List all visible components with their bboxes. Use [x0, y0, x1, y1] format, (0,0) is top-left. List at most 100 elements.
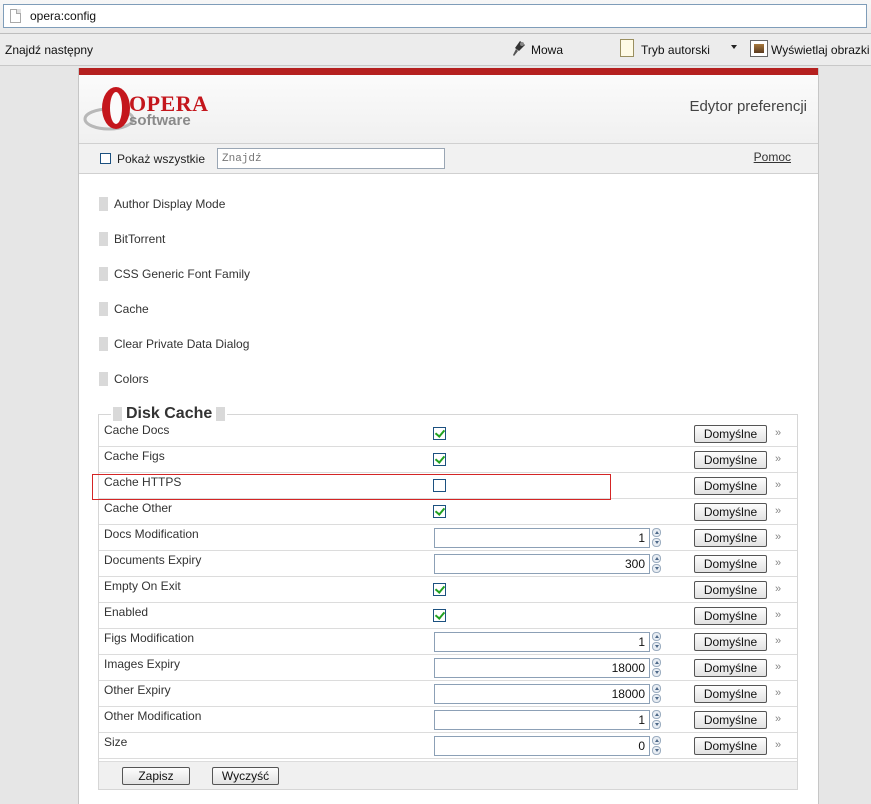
spin-up-icon[interactable]: [652, 710, 661, 719]
page-header: OPERA software Edytor preferencji: [79, 75, 818, 144]
spin-up-icon[interactable]: [652, 632, 661, 641]
expand-arrow-icon[interactable]: »: [775, 661, 781, 673]
pref-row: Cache Figs Domyślne »: [99, 447, 797, 473]
spinner: [652, 684, 661, 704]
spin-down-icon[interactable]: [652, 564, 661, 573]
pref-name: Cache Other: [104, 501, 173, 515]
expand-arrow-icon[interactable]: »: [775, 453, 781, 465]
spinner: [652, 632, 661, 652]
help-link[interactable]: Pomoc: [754, 150, 791, 164]
expand-arrow-icon[interactable]: »: [775, 609, 781, 621]
chevron-down-icon[interactable]: [731, 45, 737, 49]
pref-row: Enabled Domyślne »: [99, 603, 797, 629]
pref-row: Empty On Exit Domyślne »: [99, 577, 797, 603]
default-button[interactable]: Domyślne: [694, 477, 767, 495]
pref-checkbox[interactable]: [433, 505, 446, 518]
show-all-checkbox[interactable]: [100, 153, 111, 164]
find-input[interactable]: [217, 148, 445, 169]
show-all-label: Pokaż wszystkie: [117, 152, 206, 166]
pref-checkbox[interactable]: [433, 609, 446, 622]
pref-number-input[interactable]: 0: [434, 736, 650, 756]
pref-checkbox[interactable]: [433, 479, 446, 492]
spin-up-icon[interactable]: [652, 528, 661, 537]
spin-down-icon[interactable]: [652, 694, 661, 703]
pref-checkbox[interactable]: [433, 427, 446, 440]
checkmark-icon: [434, 453, 446, 464]
spin-down-icon[interactable]: [652, 746, 661, 755]
default-button[interactable]: Domyślne: [694, 581, 767, 599]
expand-arrow-icon[interactable]: »: [775, 583, 781, 595]
opera-logo: OPERA software: [83, 85, 213, 135]
expand-arrow-icon[interactable]: »: [775, 687, 781, 699]
find-next-button[interactable]: Znajdź następny: [5, 43, 93, 57]
speech-button[interactable]: Mowa: [531, 43, 563, 57]
default-button[interactable]: Domyślne: [694, 711, 767, 729]
brand-bar: [79, 68, 818, 75]
default-button[interactable]: Domyślne: [694, 451, 767, 469]
expand-arrow-icon[interactable]: »: [775, 739, 781, 751]
pref-name: Figs Modification: [104, 631, 195, 645]
disk-cache-section: Disk Cache Cache Docs Domyślne» Cache Figs…: [98, 405, 798, 790]
pref-checkbox[interactable]: [433, 583, 446, 596]
spin-up-icon[interactable]: [652, 684, 661, 693]
spin-up-icon[interactable]: [652, 554, 661, 563]
show-images-button[interactable]: Wyświetlaj obrazki: [771, 43, 870, 57]
spin-down-icon[interactable]: [652, 668, 661, 677]
default-button[interactable]: Domyślne: [694, 425, 767, 443]
default-button[interactable]: Domyślne: [694, 555, 767, 573]
pref-number-input[interactable]: 18000: [434, 684, 650, 704]
expand-arrow-icon[interactable]: »: [775, 427, 781, 439]
pref-number-input[interactable]: 300: [434, 554, 650, 574]
spin-down-icon[interactable]: [652, 720, 661, 729]
pref-number-input[interactable]: 1: [434, 528, 650, 548]
pref-name: Size: [104, 735, 128, 749]
expand-arrow-icon[interactable]: »: [775, 505, 781, 517]
section-marker: [99, 232, 108, 246]
default-button[interactable]: Domyślne: [694, 659, 767, 677]
pref-checkbox[interactable]: [433, 453, 446, 466]
section-marker: [99, 372, 108, 386]
author-mode-icon: [620, 39, 634, 57]
spin-down-icon[interactable]: [652, 642, 661, 651]
section-marker: [216, 407, 226, 421]
pref-name: Enabled: [104, 605, 149, 619]
save-button[interactable]: Zapisz: [122, 767, 190, 785]
spin-down-icon[interactable]: [652, 538, 661, 547]
default-button[interactable]: Domyślne: [694, 529, 767, 547]
address-bar: opera:config: [0, 0, 871, 34]
default-button[interactable]: Domyślne: [694, 503, 767, 521]
pref-number-input[interactable]: 1: [434, 710, 650, 730]
pref-row: Cache HTTPS Domyślne »: [99, 473, 797, 499]
url-text: opera:config: [30, 9, 97, 23]
default-button[interactable]: Domyślne: [694, 737, 767, 755]
section-marker: [113, 407, 122, 421]
pref-row: Docs Modification 1 Domyślne »: [99, 525, 797, 551]
default-button[interactable]: Domyślne: [694, 607, 767, 625]
author-mode-button[interactable]: Tryb autorski: [641, 43, 710, 57]
expand-arrow-icon[interactable]: »: [775, 531, 781, 543]
pref-name: Empty On Exit: [104, 579, 181, 593]
pref-name: Other Modification: [104, 709, 202, 723]
pref-row: Size 0 Domyślne »: [99, 733, 797, 759]
pref-name: Cache Docs: [104, 423, 170, 437]
default-button[interactable]: Domyślne: [694, 633, 767, 651]
spinner: [652, 658, 661, 678]
default-button[interactable]: Domyślne: [694, 685, 767, 703]
search-bar: Pokaż wszystkie Pomoc: [79, 144, 818, 174]
expand-arrow-icon[interactable]: »: [775, 557, 781, 569]
clear-button[interactable]: Wyczyść: [212, 767, 279, 785]
expand-arrow-icon[interactable]: »: [775, 713, 781, 725]
expand-arrow-icon[interactable]: »: [775, 479, 781, 491]
expand-arrow-icon[interactable]: »: [775, 635, 781, 647]
pref-number-input[interactable]: 18000: [434, 658, 650, 678]
spin-up-icon[interactable]: [652, 736, 661, 745]
pref-name: Documents Expiry: [104, 553, 202, 567]
pref-number-input[interactable]: 1: [434, 632, 650, 652]
section-marker: [99, 267, 108, 281]
page-icon: [10, 9, 21, 23]
spin-up-icon[interactable]: [652, 658, 661, 667]
pref-name: Cache HTTPS: [104, 475, 182, 489]
url-field[interactable]: opera:config: [3, 4, 867, 28]
pref-row: Cache Docs Domyślne »: [99, 421, 797, 447]
section-label: Clear Private Data Dialog: [114, 337, 250, 351]
